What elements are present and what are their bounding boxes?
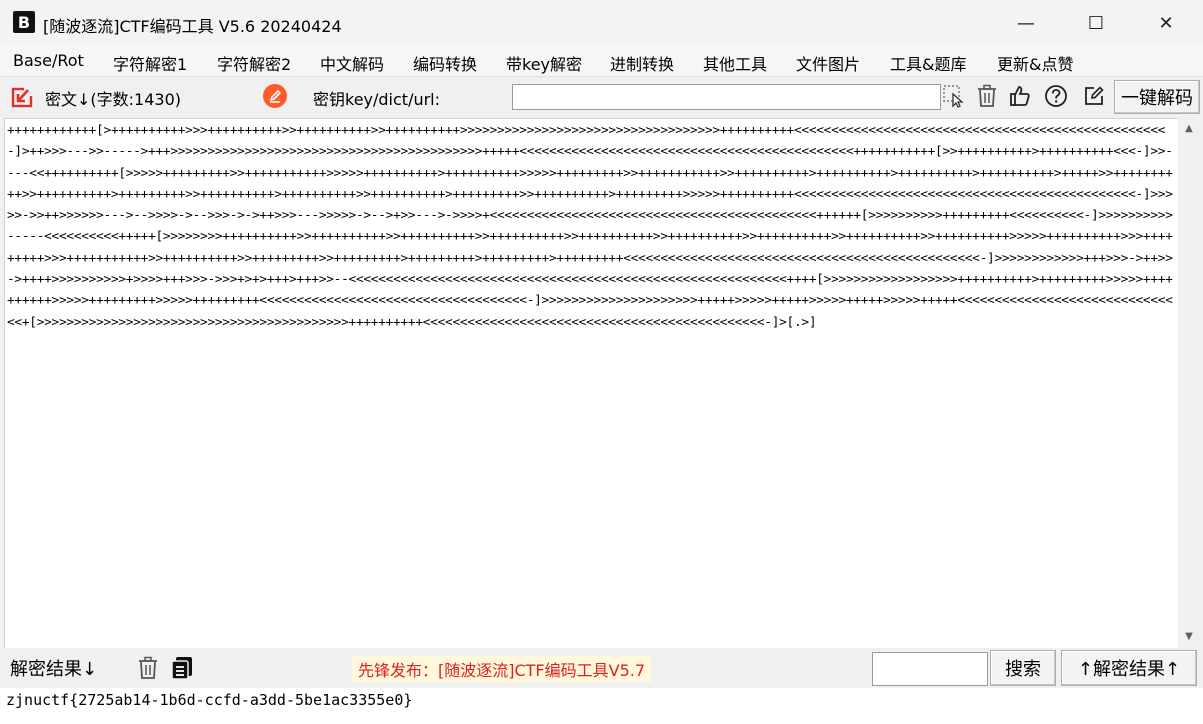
vertical-scrollbar[interactable]: ▲ ▼ [1178, 118, 1200, 648]
cipher-text-label: 密文↓(字数:1430) [45, 90, 182, 109]
thumbs-up-icon[interactable] [1008, 84, 1032, 108]
clear-result-trash-icon[interactable] [136, 656, 160, 680]
cipher-textarea[interactable]: ++++++++++++[>++++++++++>>>++++++++++>>+… [4, 118, 1179, 650]
announcement-banner[interactable]: 先锋发布：[随波逐流]CTF编码工具V5.7 [352, 656, 652, 682]
move-result-up-button[interactable]: ↑解密结果↑ [1061, 650, 1197, 686]
close-button[interactable]: ✕ [1143, 0, 1189, 46]
trash-icon[interactable] [975, 84, 999, 108]
import-icon[interactable] [10, 85, 34, 109]
edit-pen-icon[interactable] [263, 84, 287, 108]
result-textarea[interactable]: zjnuctf{2725ab14-1b6d-ccfd-a3dd-5be1ac33… [0, 688, 1203, 724]
menu-char-decrypt-1[interactable]: 字符解密1 [113, 51, 187, 75]
key-input[interactable] [512, 84, 941, 110]
result-label: 解密结果↓ [10, 659, 98, 680]
menu-other-tools[interactable]: 其他工具 [703, 51, 767, 75]
menu-char-decrypt-2[interactable]: 字符解密2 [217, 51, 291, 75]
menu-file-image[interactable]: 文件图片 [796, 51, 860, 75]
menu-tools-questions[interactable]: 工具&题库 [890, 51, 966, 75]
search-button[interactable]: 搜索 [990, 650, 1056, 686]
copy-icon[interactable] [170, 656, 194, 680]
select-cursor-icon[interactable] [942, 84, 966, 108]
menu-base-rot[interactable]: Base/Rot [13, 51, 84, 70]
scroll-down-arrow-icon[interactable]: ▼ [1178, 626, 1200, 646]
window-title: [随波逐流]CTF编码工具 V5.6 20240424 [43, 17, 342, 36]
menu-key-decrypt[interactable]: 带key解密 [506, 51, 582, 75]
search-input[interactable] [872, 652, 988, 686]
title-bar: B [随波逐流]CTF编码工具 V5.6 20240424 — ☐ ✕ [0, 0, 1203, 46]
scroll-up-arrow-icon[interactable]: ▲ [1178, 118, 1200, 138]
one-click-decode-button[interactable]: 一键解码 [1114, 80, 1200, 114]
key-label: 密钥key/dict/url: [313, 90, 441, 109]
edit-note-icon[interactable] [1082, 84, 1106, 108]
menu-update-like[interactable]: 更新&点赞 [997, 51, 1073, 75]
result-text-content: zjnuctf{2725ab14-1b6d-ccfd-a3dd-5be1ac33… [6, 691, 413, 709]
help-icon[interactable] [1044, 84, 1068, 108]
menu-bar: Base/Rot 字符解密1 字符解密2 中文解码 编码转换 带key解密 进制… [0, 46, 1203, 77]
minimize-button[interactable]: — [1003, 0, 1049, 46]
menu-encoding-convert[interactable]: 编码转换 [413, 51, 477, 75]
menu-chinese-decode[interactable]: 中文解码 [320, 51, 384, 75]
maximize-button[interactable]: ☐ [1073, 0, 1119, 46]
app-logo-icon: B [13, 11, 35, 33]
cipher-text-content: ++++++++++++[>++++++++++>>>++++++++++>>+… [7, 123, 1173, 330]
menu-base-convert[interactable]: 进制转换 [610, 51, 674, 75]
